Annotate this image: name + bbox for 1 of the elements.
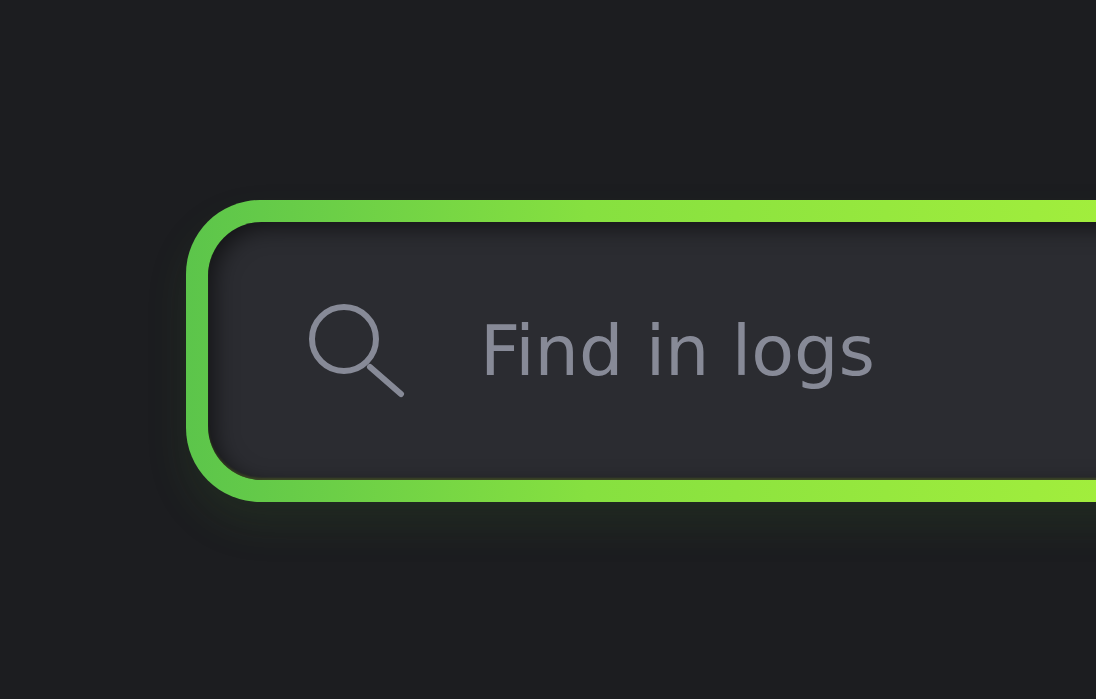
search-field[interactable]: Find in logs: [480, 310, 1080, 392]
